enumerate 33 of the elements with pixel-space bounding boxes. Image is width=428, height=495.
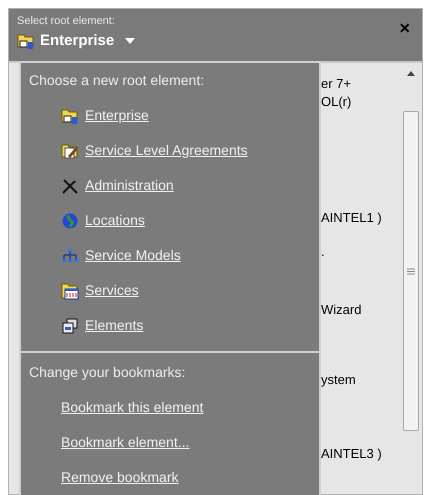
globe-icon — [61, 212, 79, 230]
scroll-up-icon — [407, 71, 415, 76]
menu-link[interactable]: Service Level Agreements — [21, 133, 319, 168]
tree-text: er 7+ — [321, 75, 352, 93]
menu-link[interactable]: Services — [21, 273, 319, 308]
menu-heading: Change your bookmarks: — [28, 363, 186, 381]
menu-link[interactable]: Service Models — [21, 238, 319, 273]
tree-text: OL(r) — [321, 93, 352, 111]
folder-computer-icon — [61, 106, 79, 124]
close-button[interactable]: × — [399, 19, 410, 37]
folder-computer-icon — [17, 32, 35, 50]
caret-icon — [125, 38, 136, 44]
menu-link[interactable]: Elements — [21, 308, 319, 343]
menu-link[interactable]: Remove bookmark — [21, 460, 319, 495]
tree-text: AINTEL3 ) — [321, 445, 383, 463]
menu-link[interactable]: Bookmark element... — [21, 425, 319, 460]
menu-link[interactable]: Administration — [21, 168, 319, 203]
folder-window-icon — [61, 282, 79, 300]
hierarchy-icon — [61, 246, 79, 264]
tree-text: ystem — [321, 371, 357, 389]
document-pen-icon — [61, 142, 79, 160]
grip-icon — [407, 268, 415, 274]
tree-text: AINTEL1 ) — [321, 209, 383, 227]
header-caption: Select root element: — [17, 15, 116, 28]
scroll-thumb[interactable] — [403, 111, 419, 431]
menu-link[interactable]: Enterprise — [21, 98, 319, 133]
stacked-windows-icon — [61, 316, 79, 334]
tree-text: . — [321, 243, 326, 261]
root-element-dropdown[interactable]: Enterprise — [17, 30, 136, 52]
tree-text: Wizard — [321, 301, 362, 319]
menu-link[interactable]: Bookmark this element — [21, 390, 319, 425]
menu-heading: Choose a new root element: — [28, 71, 206, 89]
menu-link[interactable]: Locations — [21, 203, 319, 238]
